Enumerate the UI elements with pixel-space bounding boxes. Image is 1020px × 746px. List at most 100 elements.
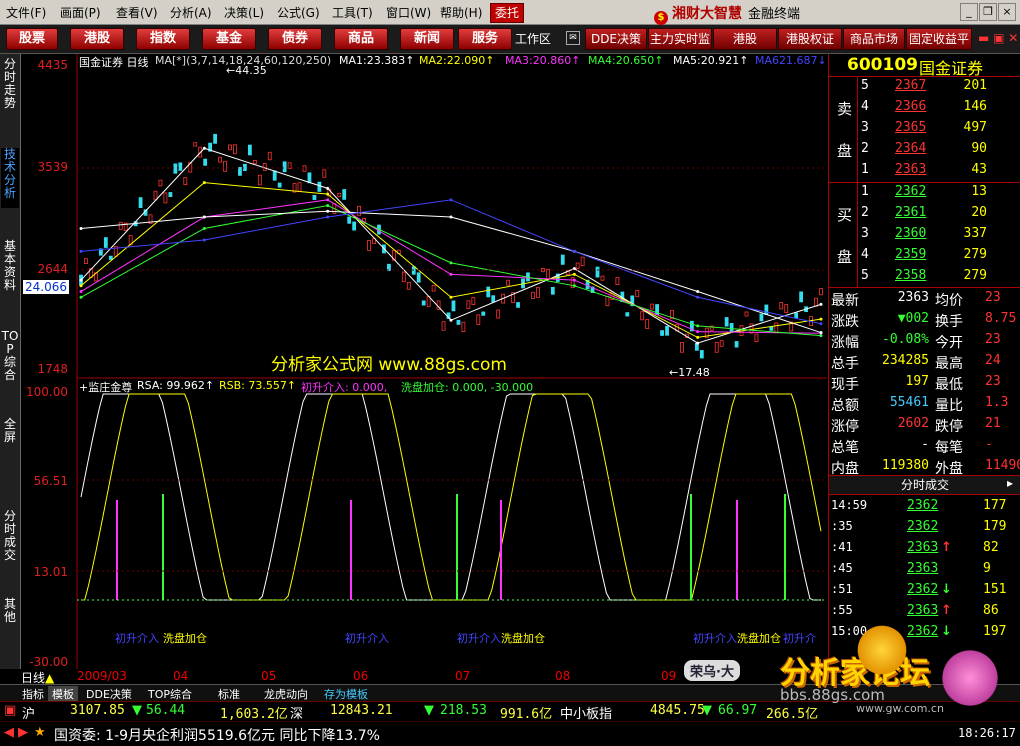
btab-template[interactable]: 模板 [48, 686, 78, 702]
buy-price[interactable]: 2358 [895, 268, 926, 283]
candle [302, 165, 307, 172]
vtab-technical[interactable]: 技术分析 [1, 148, 19, 208]
workarea-label[interactable]: 工作区 [515, 30, 551, 47]
ma-data-point [819, 322, 823, 326]
stat-label-2: 每笔 [935, 440, 963, 456]
vtab-top[interactable]: TOP综合 [1, 330, 19, 410]
order-level: 2 [861, 205, 869, 220]
sell-label-2: 盘 [837, 142, 853, 160]
stat-value-2: - [985, 437, 993, 452]
tick-price[interactable]: 2363 [907, 561, 938, 576]
btab-standard[interactable]: 标准 [214, 686, 244, 702]
sell-price[interactable]: 2364 [895, 141, 926, 156]
ann-entry-5: 初升介 [783, 632, 816, 645]
ticker-sme-amount: 266.5亿 [766, 707, 819, 722]
tick-price[interactable]: 2363 [907, 540, 938, 555]
btab-dde[interactable]: DDE决策 [82, 686, 136, 702]
ind-tick-2: 56.51 [33, 474, 68, 488]
menu-file[interactable]: 文件(F) [6, 4, 46, 21]
fixed-income-button[interactable]: 固定收益平 [906, 28, 972, 50]
buy-price[interactable]: 2359 [895, 247, 926, 262]
tick-header[interactable]: 分时成交 [901, 476, 949, 493]
btab-save-template[interactable]: 存为模板 [320, 686, 372, 702]
y-tick-3: 2644 [37, 262, 68, 276]
sell-price[interactable]: 2363 [895, 162, 926, 177]
buy-volume: 337 [963, 226, 987, 241]
tab-stocks[interactable]: 股票 [6, 28, 58, 50]
minimize-icon[interactable]: _ [960, 3, 978, 21]
sell-price[interactable]: 2365 [895, 120, 926, 135]
ticker-sme-arrow: ▼ [702, 703, 712, 718]
buy-label-1: 买 [837, 206, 853, 224]
news-left-arrow-icon[interactable]: ◀ [4, 725, 14, 740]
candle [699, 350, 704, 359]
ticker-sh-label: 沪 [22, 707, 36, 722]
main-force-monitor-button[interactable]: 主力实时监 [648, 28, 712, 50]
tab-bond[interactable]: 债券 [268, 28, 322, 50]
buy-price[interactable]: 2362 [895, 184, 926, 199]
dde-decision-button[interactable]: DDE决策 [585, 28, 647, 50]
ma-series-line [80, 147, 822, 344]
close-icon[interactable]: × [998, 3, 1016, 21]
news-right-arrow-icon[interactable]: ▶ [18, 725, 28, 740]
candle [719, 340, 724, 347]
ma-data-point [79, 278, 83, 282]
vtab-intraday[interactable]: 分时走势 [1, 58, 19, 118]
stat-label-2: 跌停 [935, 419, 963, 435]
candle [476, 314, 481, 325]
menu-screen[interactable]: 画面(P) [60, 4, 101, 21]
tab-fund[interactable]: 基金 [202, 28, 256, 50]
tick-price[interactable]: 2362 [907, 582, 938, 597]
menu-decision[interactable]: 决策(L) [224, 4, 264, 21]
buy-price[interactable]: 2361 [895, 205, 926, 220]
kline-chart-panel[interactable]: 国金证券 日线 MA[*](3,7,14,18,24,60,120,250) M… [21, 54, 827, 669]
menu-view[interactable]: 查看(V) [116, 4, 158, 21]
mail-icon[interactable]: ✉ [566, 31, 580, 45]
restore-icon[interactable]: ❐ [979, 3, 997, 21]
hk-warrant-button[interactable]: 港股权证 [778, 28, 842, 50]
btab-top[interactable]: TOP综合 [144, 686, 196, 702]
vtab-other[interactable]: 其他 [1, 598, 19, 638]
candle [233, 144, 237, 155]
tick-price[interactable]: 2362 [907, 624, 938, 639]
candle [645, 319, 650, 329]
order-level: 3 [861, 120, 869, 135]
tab-index[interactable]: 指数 [136, 28, 190, 50]
tick-price[interactable]: 2363 [907, 603, 938, 618]
menu-formula[interactable]: 公式(G) [277, 4, 320, 21]
commodity-market-button[interactable]: 商品市场 [843, 28, 905, 50]
menu-help[interactable]: 帮助(H) [440, 4, 482, 21]
toolbar-window-controls[interactable]: ▬ ▣ ✕ [978, 31, 1018, 45]
tick-volume: 177 [983, 498, 1007, 513]
tick-time: :45 [831, 561, 853, 575]
tick-price[interactable]: 2362 [907, 519, 938, 534]
news-text[interactable]: 国资委: 1-9月央企利润5519.6亿元 同比下降13.7% [54, 725, 380, 745]
stat-value: 119380 [882, 458, 929, 473]
tab-service[interactable]: 服务 [458, 28, 512, 50]
vtab-fundamental[interactable]: 基本资料 [1, 240, 19, 300]
tab-news[interactable]: 新闻 [400, 28, 454, 50]
buy-price[interactable]: 2360 [895, 226, 926, 241]
vtab-fullscreen[interactable]: 全屏 [1, 418, 19, 458]
tick-header-more[interactable]: ▸ [1007, 476, 1013, 490]
menu-window[interactable]: 窗口(W) [386, 4, 431, 21]
btab-indicator[interactable]: 指标 [18, 686, 48, 702]
tab-hk-stocks[interactable]: 港股 [70, 28, 124, 50]
left-vertical-tabs: 分时走势 技术分析 基本资料 TOP综合 全屏 分时成交 其他 [0, 54, 21, 669]
menu-tools[interactable]: 工具(T) [332, 4, 373, 21]
menu-analysis[interactable]: 分析(A) [170, 4, 212, 21]
tick-price[interactable]: 2362 [907, 498, 938, 513]
tab-commodity[interactable]: 商品 [334, 28, 388, 50]
buy-volume: 279 [963, 268, 987, 283]
sell-price[interactable]: 2367 [895, 78, 926, 93]
hk-button[interactable]: 港股 [713, 28, 777, 50]
ma-data-point [449, 198, 453, 202]
candle [406, 281, 411, 290]
news-star-icon: ★ [34, 725, 46, 740]
sell-price[interactable]: 2366 [895, 99, 926, 114]
btab-dragon-tiger[interactable]: 龙虎动向 [260, 686, 312, 702]
entrust-button[interactable]: 委托 [490, 3, 524, 23]
vtab-tick[interactable]: 分时成交 [1, 510, 19, 570]
candle [401, 271, 406, 283]
rsa-line [80, 393, 821, 601]
